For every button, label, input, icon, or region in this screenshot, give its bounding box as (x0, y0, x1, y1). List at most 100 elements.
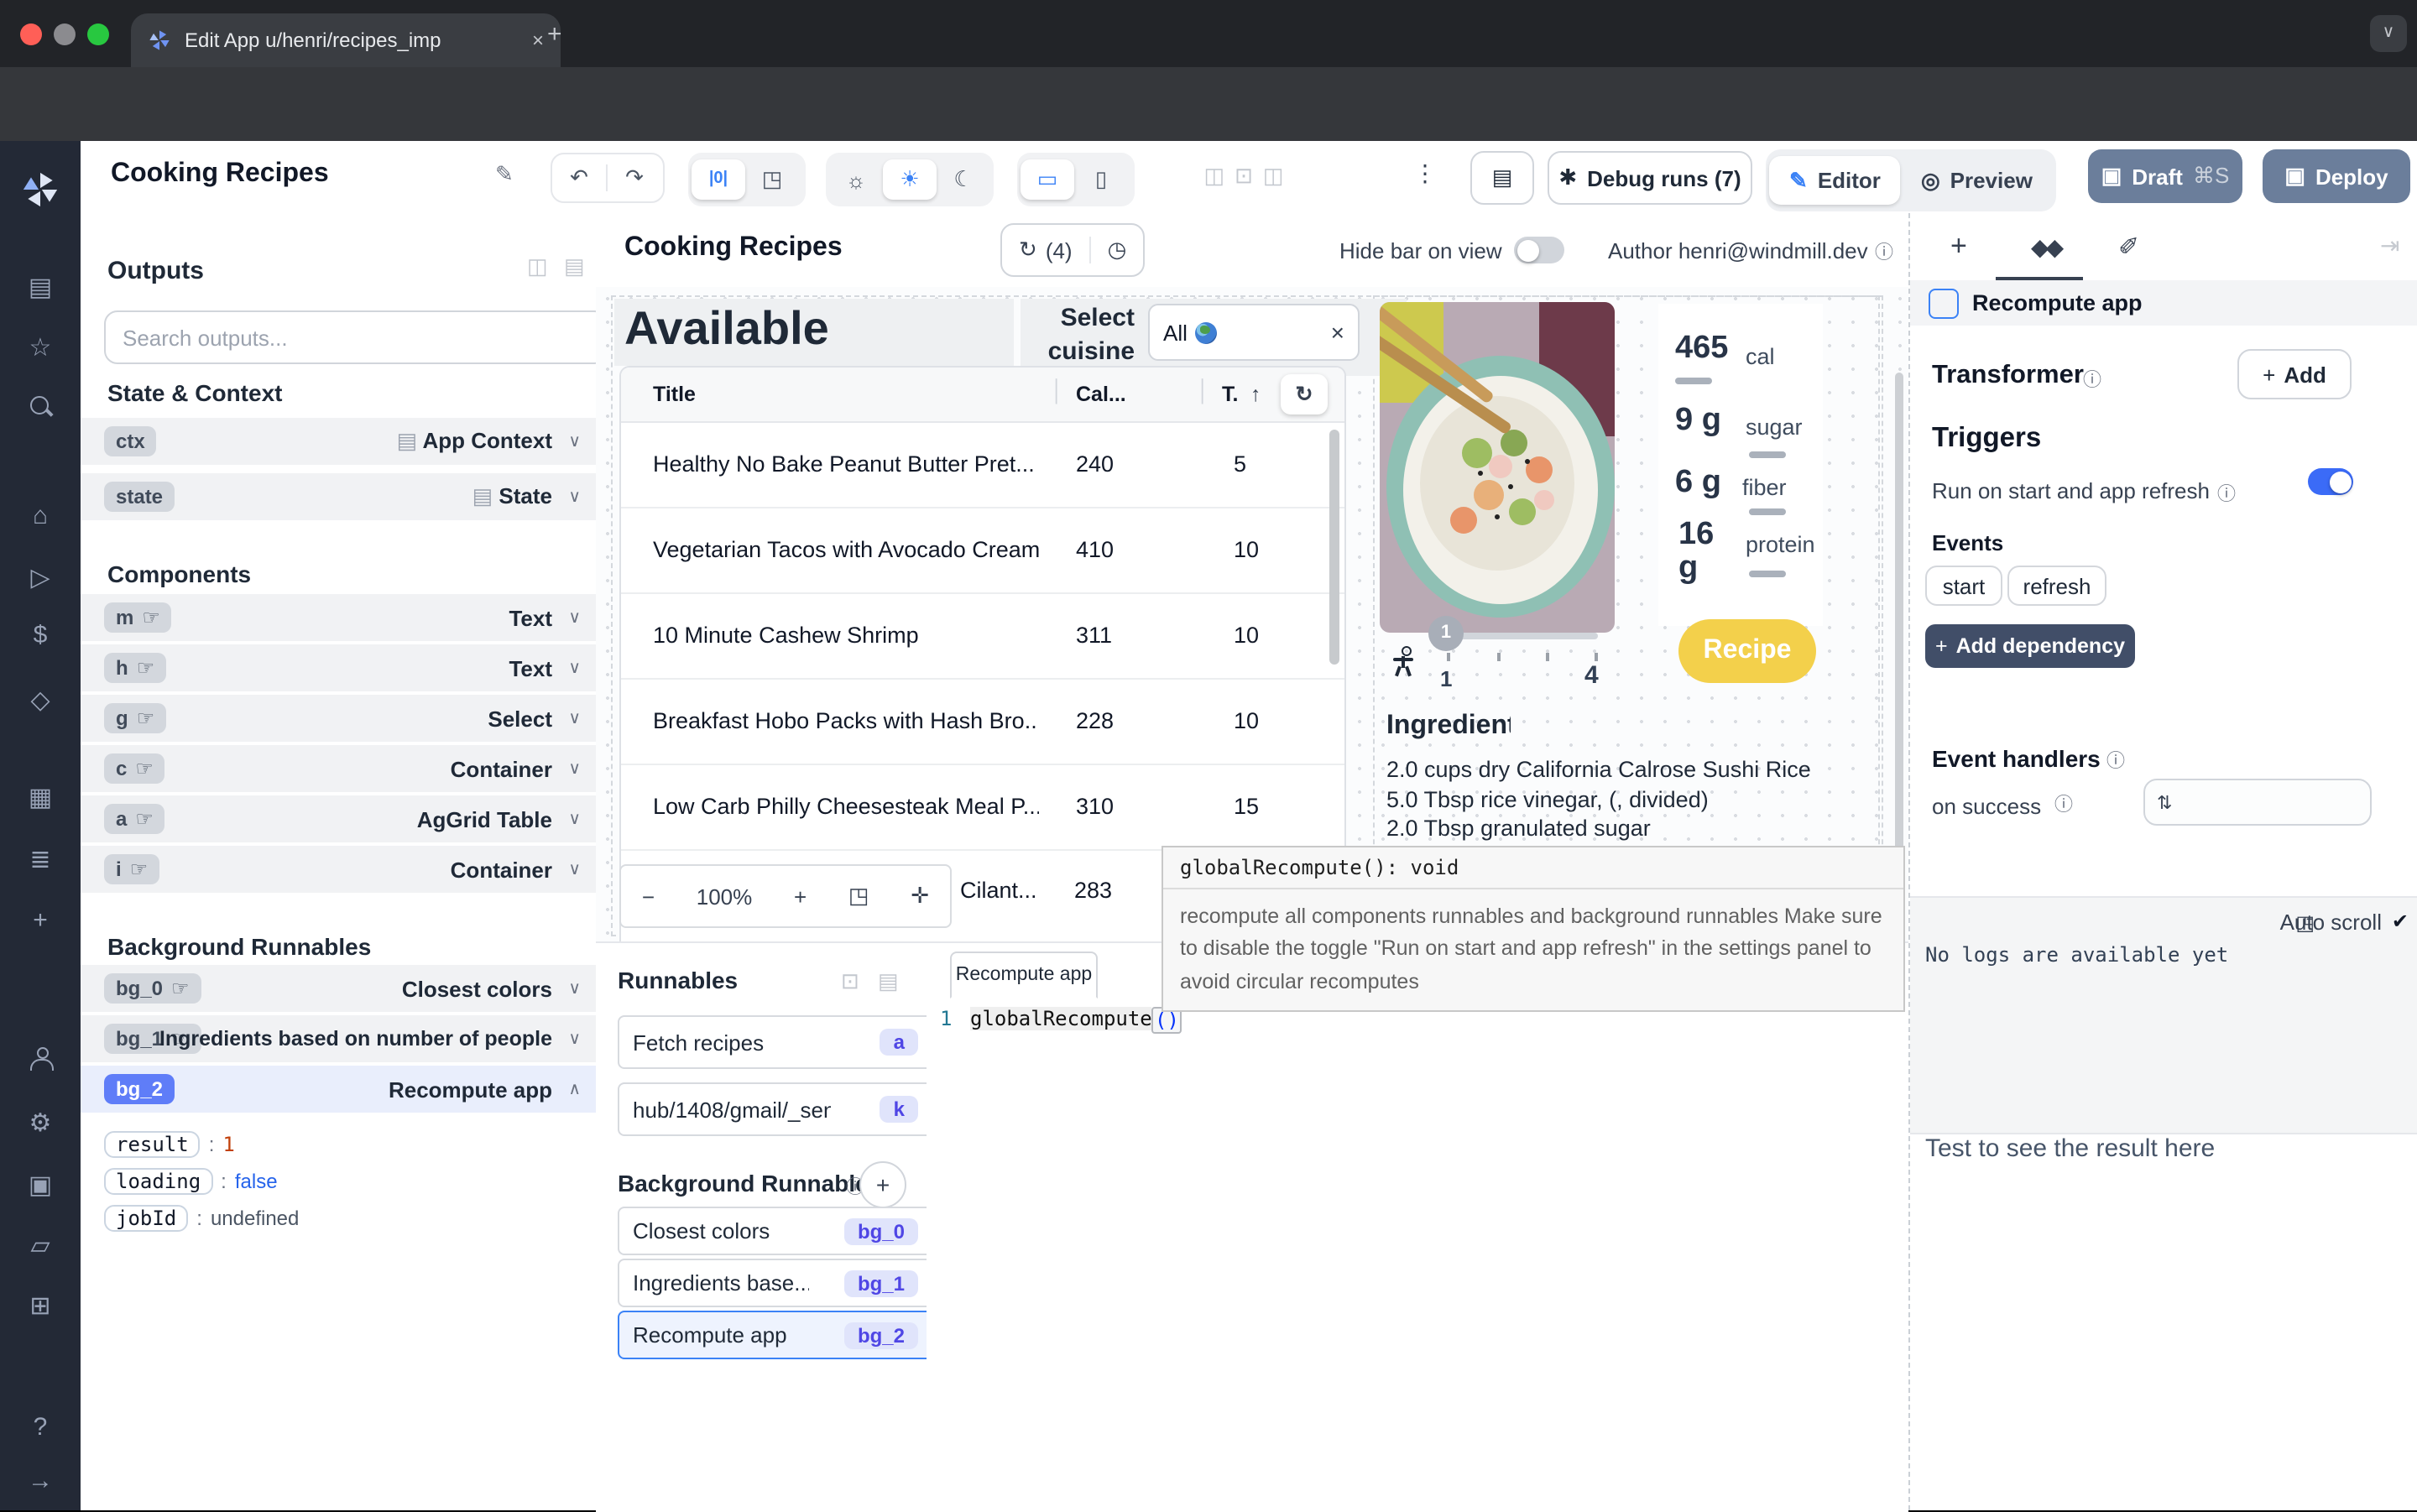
chevron-down-icon[interactable]: ∨ (568, 810, 581, 828)
tab-close-icon[interactable]: × (532, 29, 544, 52)
chevron-down-icon[interactable]: ∨ (568, 860, 581, 879)
auto-scroll-check-icon[interactable]: ✔ (2392, 910, 2409, 933)
code-editor[interactable]: Recompute app 1 globalRecompute () (927, 941, 1908, 1512)
home-icon[interactable]: ⌂ (0, 502, 81, 530)
redo-icon[interactable]: ↷ (606, 164, 661, 191)
draft-button[interactable]: ▣ Draft ⌘S (2088, 149, 2242, 203)
window-zoom-button[interactable] (87, 23, 109, 45)
partial-row-title[interactable]: Cilant... (960, 878, 1037, 903)
chevron-down-icon[interactable]: ∨ (568, 659, 581, 677)
collapse-panel-icon[interactable]: ◫ (527, 253, 548, 280)
table-row[interactable]: Vegetarian Tacos with Avocado Cream 410 … (621, 508, 1344, 594)
on-success-select[interactable]: ⇅ (2143, 779, 2372, 826)
help-icon[interactable]: ? (0, 1413, 81, 1442)
search-icon[interactable] (30, 396, 49, 414)
tab-preview[interactable]: ◎ Preview (1901, 156, 2053, 205)
col-cal[interactable]: Cal... (1076, 383, 1126, 406)
right-panel-icon[interactable]: ◫ (1263, 163, 1284, 190)
runnable-fetch-recipes[interactable]: Fetch recipes a (618, 1015, 933, 1069)
styling-brush-icon[interactable]: ✐ (2118, 232, 2139, 262)
settings-gear-icon[interactable]: ⚙ (0, 1108, 81, 1138)
bg-runnable-recompute-app[interactable]: Recompute app bg_2 (618, 1311, 933, 1359)
table-row[interactable]: Healthy No Bake Peanut Butter Pret... 24… (621, 423, 1344, 508)
runs-icon[interactable]: ▷ (0, 562, 81, 592)
output-row-i[interactable]: i☞ Container ∨ (81, 846, 596, 893)
table-row[interactable]: Breakfast Hobo Packs with Hash Bro... 22… (621, 680, 1344, 765)
run-on-start-toggle[interactable] (2308, 468, 2353, 495)
debug-runs-button[interactable]: ✱ Debug runs (7) (1548, 151, 1752, 205)
app-canvas[interactable]: Available Select cuisine All × Title │ C… (596, 287, 1908, 941)
output-row-bg0[interactable]: bg_0☞ Closest colors ∨ (81, 965, 596, 1012)
runnable-gmail[interactable]: hub/1408/gmail/_sen... k (618, 1082, 933, 1136)
window-close-button[interactable] (20, 23, 42, 45)
sort-up-icon[interactable]: ↑ (1250, 383, 1261, 406)
bg-runnable-ingredients[interactable]: Ingredients base... bg_1 (618, 1259, 933, 1307)
cuisine-select[interactable]: All × (1148, 304, 1360, 361)
mobile-view-icon[interactable]: ▯ (1074, 166, 1128, 193)
partial-row-cal[interactable]: 283 (1074, 878, 1112, 903)
output-row-c[interactable]: c☞ Container ∨ (81, 745, 596, 792)
refresh-app-button[interactable]: ↻(4) (1002, 237, 1089, 263)
select-cuisine-component[interactable]: Select cuisine All × (1021, 299, 1407, 376)
clear-select-icon[interactable]: × (1331, 319, 1344, 346)
dark-theme-icon[interactable]: ☾ (937, 166, 990, 193)
output-row-h[interactable]: h☞ Text ∨ (81, 644, 596, 691)
schedules-icon[interactable]: ▦ (0, 782, 81, 812)
fit-view-icon[interactable]: ◳ (848, 883, 869, 910)
hide-bar-toggle[interactable] (1514, 237, 1564, 263)
chevron-down-icon[interactable]: ∨ (568, 709, 581, 727)
docs-icon[interactable]: ▤ (0, 272, 81, 302)
insert-component-icon[interactable]: + (1950, 230, 1967, 263)
state-badge[interactable]: state (104, 482, 175, 512)
info-icon[interactable]: ⓘ (2217, 480, 2236, 507)
variables-icon[interactable]: $ (0, 621, 81, 649)
available-text-component[interactable]: Available (614, 299, 1014, 366)
folders-icon[interactable]: ▱ (0, 1230, 81, 1260)
deploy-button[interactable]: ▣ Deploy (2263, 149, 2410, 203)
apps-grid-icon[interactable]: ⊞ (0, 1290, 81, 1321)
new-tab-button[interactable]: + (547, 20, 562, 49)
rename-pencil-icon[interactable]: ✎ (495, 161, 514, 188)
account-icon[interactable] (32, 1047, 49, 1064)
collapse-rail-icon[interactable]: → (0, 1467, 81, 1495)
canvas-scrollbar[interactable] (1895, 373, 1903, 859)
chevron-down-icon[interactable]: ∨ (568, 979, 581, 998)
col-t[interactable]: T. (1222, 383, 1238, 406)
tab-search-button[interactable]: ∨ (2370, 15, 2407, 52)
output-row-ctx[interactable]: ctx ▤ App Context ∨ (81, 418, 596, 465)
table-row[interactable]: Low Carb Philly Cheesesteak Meal P... 31… (621, 765, 1344, 851)
light-theme-icon[interactable]: ☀ (883, 159, 937, 200)
chevron-down-icon[interactable]: ∨ (568, 759, 581, 778)
zoom-in-icon[interactable]: + (794, 884, 807, 909)
col-title[interactable]: Title (653, 383, 696, 406)
favorites-icon[interactable]: ☆ (0, 332, 81, 362)
chevron-down-icon[interactable]: ∨ (568, 432, 581, 451)
windmill-logo-icon[interactable] (22, 171, 59, 208)
add-background-runnable-button[interactable]: + (859, 1161, 906, 1208)
editor-tab[interactable]: Recompute app (950, 952, 1098, 998)
output-row-g[interactable]: g☞ Select ∨ (81, 695, 596, 742)
add-icon[interactable]: + (0, 906, 81, 935)
schema-book-button[interactable]: ▤ (1470, 151, 1534, 205)
info-icon[interactable]: ⓘ (2106, 747, 2125, 774)
flows-icon[interactable]: ≣ (0, 844, 81, 874)
auto-theme-icon[interactable]: ☼ (829, 167, 883, 192)
desktop-view-icon[interactable]: ▭ (1021, 159, 1074, 200)
component-settings-icon[interactable]: ◆◆ (2031, 233, 2060, 262)
chevron-up-icon[interactable]: ∧ (568, 1080, 581, 1098)
ctx-badge[interactable]: ctx (104, 426, 157, 456)
info-icon[interactable]: ⓘ (2054, 790, 2073, 817)
dock-icon[interactable]: ⊡ (841, 968, 859, 995)
collapse-right-panel-icon[interactable]: ⇥ (2380, 232, 2399, 260)
info-icon[interactable]: ⓘ (2083, 366, 2101, 393)
bg-runnable-closest-colors[interactable]: Closest colors bg_0 (618, 1207, 933, 1255)
browser-tab[interactable]: Edit App u/henri/recipes_imp × (131, 13, 561, 67)
resources-icon[interactable]: ◇ (0, 685, 81, 715)
add-transformer-button[interactable]: + Add (2237, 349, 2352, 399)
left-panel-icon[interactable]: ◫ (1204, 163, 1225, 190)
more-menu-icon[interactable]: ⋮ (1413, 159, 1437, 188)
tab-editor[interactable]: ✎ Editor (1769, 156, 1901, 205)
search-outputs-input[interactable]: Search outputs... (104, 310, 608, 364)
slider-handle[interactable]: 1 (1428, 616, 1464, 651)
doc-icon[interactable]: ▤ (878, 968, 899, 995)
